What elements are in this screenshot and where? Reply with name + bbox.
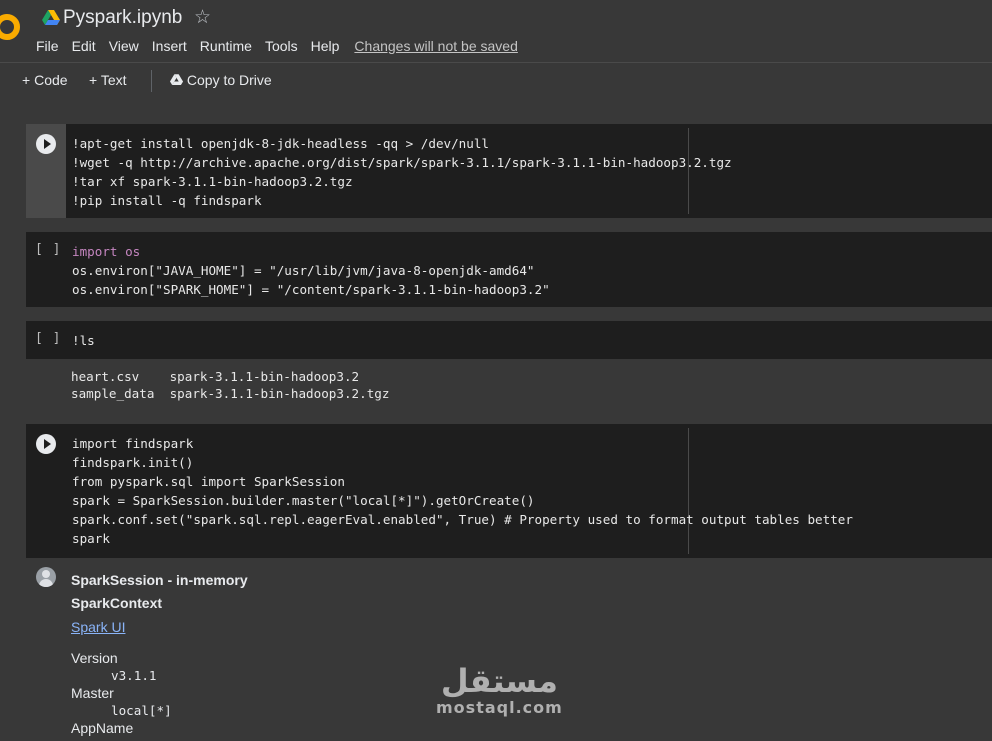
add-code-label: Code xyxy=(34,72,68,88)
notebook-title[interactable]: Pyspark.ipynb xyxy=(63,7,182,29)
cell-code[interactable]: !ls xyxy=(72,331,95,350)
menu-edit[interactable]: Edit xyxy=(72,38,96,54)
cell-exec-status[interactable]: [ ] xyxy=(35,331,61,346)
drive-icon xyxy=(170,74,183,86)
star-icon[interactable]: ☆ xyxy=(194,6,211,29)
menu-view[interactable]: View xyxy=(109,38,139,54)
google-drive-icon[interactable] xyxy=(42,10,60,26)
appname-label: AppName xyxy=(71,720,134,736)
version-label: Version xyxy=(71,650,118,666)
cell-code[interactable]: import findspark findspark.init() from p… xyxy=(72,434,853,548)
plus-icon: + xyxy=(22,72,31,88)
version-value: v3.1.1 xyxy=(111,668,157,683)
notebook-main: !apt-get install openjdk-8-jdk-headless … xyxy=(0,99,992,741)
watermark-arabic: مستقل xyxy=(440,662,558,700)
menu-file[interactable]: File xyxy=(36,38,59,54)
toolbar: + Code + Text Copy to Drive xyxy=(0,62,992,100)
menu-runtime[interactable]: Runtime xyxy=(200,38,252,54)
code-cell[interactable]: !apt-get install openjdk-8-jdk-headless … xyxy=(26,124,992,218)
ls-output: heart.csv spark-3.1.1-bin-hadoop3.2 samp… xyxy=(71,369,390,401)
master-value: local[*] xyxy=(111,703,172,718)
menu-insert[interactable]: Insert xyxy=(152,38,187,54)
toolbar-divider xyxy=(151,70,152,92)
menu-help[interactable]: Help xyxy=(311,38,340,54)
cell-output: heart.csv spark-3.1.1-bin-hadoop3.2 samp… xyxy=(26,359,992,409)
run-cell-button[interactable] xyxy=(36,434,56,454)
unsaved-notice-link[interactable]: Changes will not be saved xyxy=(354,38,517,54)
code-cell[interactable]: [ ] !ls xyxy=(26,321,992,359)
run-cell-button[interactable] xyxy=(36,134,56,154)
add-text-label: Text xyxy=(100,72,127,88)
copy-to-drive-button[interactable]: Copy to Drive xyxy=(170,72,272,88)
code-cell[interactable]: import findspark findspark.init() from p… xyxy=(26,424,992,558)
colab-logo-icon[interactable] xyxy=(0,14,20,40)
spark-context-title: SparkContext xyxy=(71,595,163,611)
plus-icon: + xyxy=(89,72,98,88)
add-code-button[interactable]: + Code xyxy=(22,72,68,88)
spark-session-title: SparkSession - in-memory xyxy=(71,572,248,588)
code-cell[interactable]: [ ] import os os.environ["JAVA_HOME"] = … xyxy=(26,232,992,307)
add-text-button[interactable]: + Text xyxy=(89,72,127,88)
cell-exec-status[interactable]: [ ] xyxy=(35,242,61,257)
cell-code[interactable]: !apt-get install openjdk-8-jdk-headless … xyxy=(72,134,732,210)
output-avatar-icon[interactable] xyxy=(36,567,56,587)
master-label: Master xyxy=(71,685,114,701)
header-bar: Pyspark.ipynb ☆ File Edit View Insert Ru… xyxy=(0,0,992,62)
mostaql-watermark: مستقل mostaql.com xyxy=(436,664,563,717)
menu-bar: File Edit View Insert Runtime Tools Help… xyxy=(36,38,531,54)
spark-ui-link[interactable]: Spark UI xyxy=(71,619,125,635)
copy-to-drive-label: Copy to Drive xyxy=(186,72,272,88)
menu-tools[interactable]: Tools xyxy=(265,38,298,54)
watermark-latin: mostaql.com xyxy=(436,698,563,717)
cell-code[interactable]: import os os.environ["JAVA_HOME"] = "/us… xyxy=(72,242,550,299)
